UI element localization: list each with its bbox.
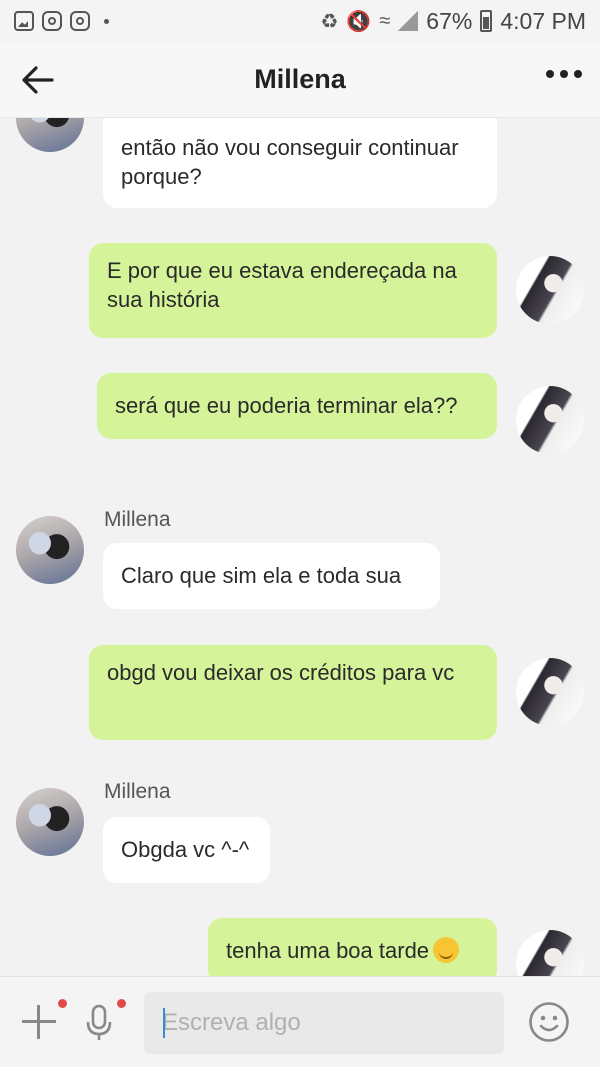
- contact-avatar[interactable]: [16, 118, 84, 152]
- clock: 4:07 PM: [500, 7, 586, 34]
- back-arrow-icon[interactable]: [20, 62, 56, 98]
- battery-percent: 67%: [426, 7, 473, 34]
- outgoing-message-bubble[interactable]: tenha uma boa tarde: [208, 918, 497, 976]
- battery-saver-icon: ♻: [320, 10, 339, 33]
- message-text: tenha uma boa tarde: [226, 938, 430, 963]
- text-caret: [163, 1008, 165, 1038]
- my-avatar[interactable]: [516, 930, 584, 976]
- my-avatar[interactable]: [516, 256, 584, 324]
- add-attachment-icon[interactable]: [22, 1005, 56, 1039]
- incoming-message-bubble[interactable]: Claro que sim ela e toda sua: [103, 543, 440, 609]
- composer-bar: [0, 976, 600, 1067]
- emoji-picker-icon[interactable]: [528, 1001, 570, 1043]
- smiling-face-emoji-icon: [433, 937, 460, 963]
- outgoing-message-bubble[interactable]: E por que eu estava endereçada na sua hi…: [89, 243, 497, 338]
- battery-icon: [480, 10, 493, 32]
- message-input[interactable]: [162, 1009, 504, 1037]
- my-avatar[interactable]: [516, 658, 584, 726]
- message-list[interactable]: então não vou conseguir continuar porque…: [0, 118, 600, 976]
- sender-name: Millena: [104, 508, 171, 531]
- message-input-box[interactable]: [144, 992, 504, 1054]
- more-options-icon[interactable]: [546, 70, 582, 78]
- outgoing-message-bubble[interactable]: obgd vou deixar os créditos para vc: [89, 645, 497, 740]
- incoming-message-bubble[interactable]: Obgda vc ^-^: [103, 817, 270, 883]
- contact-avatar[interactable]: [16, 516, 84, 584]
- incoming-message-bubble[interactable]: então não vou conseguir continuar porque…: [103, 118, 497, 208]
- more-notifications-dot-icon: [104, 18, 109, 24]
- instagram-notification-icon-2: [70, 11, 90, 31]
- signal-icon: [398, 11, 419, 31]
- contact-avatar[interactable]: [16, 788, 84, 856]
- status-bar: ♻ 🔇 ≈ 67% 4:07 PM: [0, 0, 600, 42]
- instagram-notification-icon: [42, 11, 62, 31]
- chat-title: Millena: [254, 64, 346, 94]
- chat-header: Millena: [0, 42, 600, 118]
- attachment-notification-dot: [58, 999, 67, 1008]
- gallery-notification-icon: [14, 11, 34, 31]
- sender-name: Millena: [104, 780, 171, 803]
- outgoing-message-bubble[interactable]: será que eu poderia terminar ela??: [97, 373, 497, 439]
- mute-icon: 🔇: [346, 10, 372, 33]
- wifi-icon: ≈: [379, 9, 391, 32]
- mic-notification-dot: [117, 999, 126, 1008]
- microphone-icon[interactable]: [84, 1003, 114, 1043]
- my-avatar[interactable]: [516, 386, 584, 454]
